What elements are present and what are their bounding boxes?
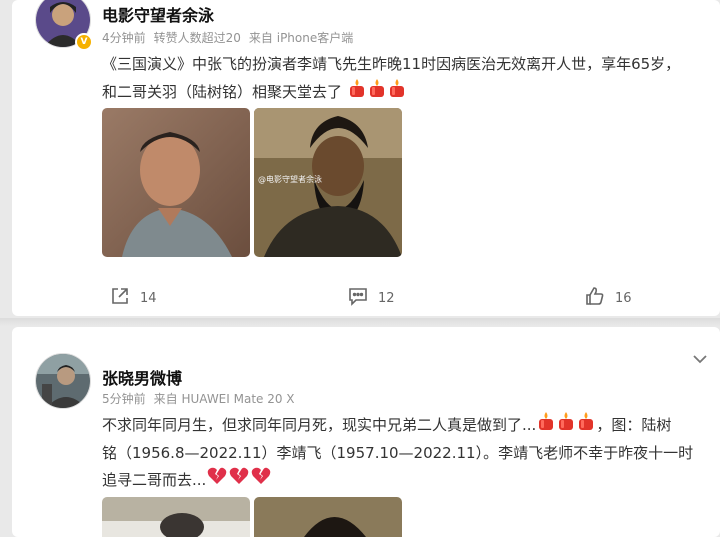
post-time[interactable]: 4分钟前 bbox=[102, 31, 146, 45]
candle-icon bbox=[348, 78, 366, 107]
post-photo[interactable] bbox=[102, 108, 250, 257]
post-text: 《三国演义》中张飞的扮演者李靖飞先生昨晚11时因病医治无效离开人世，享年65岁，… bbox=[102, 51, 702, 107]
author-avatar[interactable] bbox=[35, 353, 91, 409]
post-text-line: 《三国演义》中张飞的扮演者李靖飞先生昨晚11时因病医治无效离开人世，享年65岁， bbox=[102, 55, 681, 73]
candle-icon bbox=[537, 411, 555, 440]
post-text: 不求同年同月生，但求同年同月死，现实中兄弟二人真是做到了... ，图：陆树 铭（… bbox=[102, 411, 712, 494]
post-photo[interactable] bbox=[254, 497, 402, 537]
candle-icon bbox=[388, 78, 406, 107]
post-card: 张晓男微博 5分钟前 来自 HUAWEI Mate 20 X 不求同年同月生，但求… bbox=[12, 327, 720, 537]
chevron-down-icon[interactable] bbox=[693, 349, 707, 368]
post-text-line: 追寻二哥而去... bbox=[102, 467, 712, 494]
repost-count: 14 bbox=[140, 290, 157, 306]
post-text-line: 不求同年同月生，但求同年同月死，现实中兄弟二人真是做到了... ，图：陆树 bbox=[102, 411, 712, 440]
repost-button[interactable]: 14 bbox=[110, 286, 157, 310]
verified-badge-icon: V bbox=[75, 33, 93, 51]
comment-count: 12 bbox=[378, 290, 395, 306]
post-card: V 电影守望者余泳 4分钟前 转赞人数超过20 来自 iPhone客户端 《三国演义… bbox=[12, 0, 720, 316]
repost-icon bbox=[110, 286, 130, 310]
post-text-fragment: ，图：陆树 bbox=[596, 416, 672, 434]
broken-heart-icon bbox=[251, 467, 271, 494]
like-button[interactable]: 16 bbox=[585, 286, 632, 310]
post-meta: 4分钟前 转赞人数超过20 来自 iPhone客户端 bbox=[102, 29, 361, 46]
author-name[interactable]: 张晓男微博 bbox=[102, 365, 182, 389]
post-photo[interactable] bbox=[102, 497, 250, 537]
photo-watermark: @电影守望者余泳 bbox=[258, 175, 322, 184]
candle-icon bbox=[557, 411, 575, 440]
broken-heart-icon bbox=[207, 467, 227, 494]
comment-button[interactable]: 12 bbox=[348, 286, 395, 310]
feed-divider bbox=[0, 318, 720, 326]
comment-icon bbox=[348, 286, 368, 310]
candle-icon bbox=[368, 78, 386, 107]
like-count: 16 bbox=[615, 290, 632, 306]
post-text-line: 铭（1956.8—2022.11）李靖飞（1957.10—2022.11）。李靖… bbox=[102, 444, 694, 462]
candle-icon bbox=[577, 411, 595, 440]
broken-heart-icon bbox=[229, 467, 249, 494]
repost-note: 转赞人数超过20 bbox=[153, 31, 241, 45]
post-meta: 5分钟前 来自 HUAWEI Mate 20 X bbox=[102, 390, 303, 407]
post-text-fragment: 和二哥关羽（陆树铭）相聚天堂去了 bbox=[102, 83, 343, 101]
author-name[interactable]: 电影守望者余泳 bbox=[102, 2, 214, 26]
post-text-line: 和二哥关羽（陆树铭）相聚天堂去了 bbox=[102, 78, 702, 107]
post-text-fragment: 不求同年同月生，但求同年同月死，现实中兄弟二人真是做到了... bbox=[102, 416, 537, 434]
post-time[interactable]: 5分钟前 bbox=[102, 392, 146, 406]
like-icon bbox=[585, 286, 605, 310]
post-source: 来自 iPhone客户端 bbox=[248, 31, 354, 45]
post-source: 来自 HUAWEI Mate 20 X bbox=[153, 392, 295, 406]
post-photo[interactable]: @电影守望者余泳 bbox=[254, 108, 402, 257]
post-text-fragment: 追寻二哥而去... bbox=[102, 471, 207, 489]
